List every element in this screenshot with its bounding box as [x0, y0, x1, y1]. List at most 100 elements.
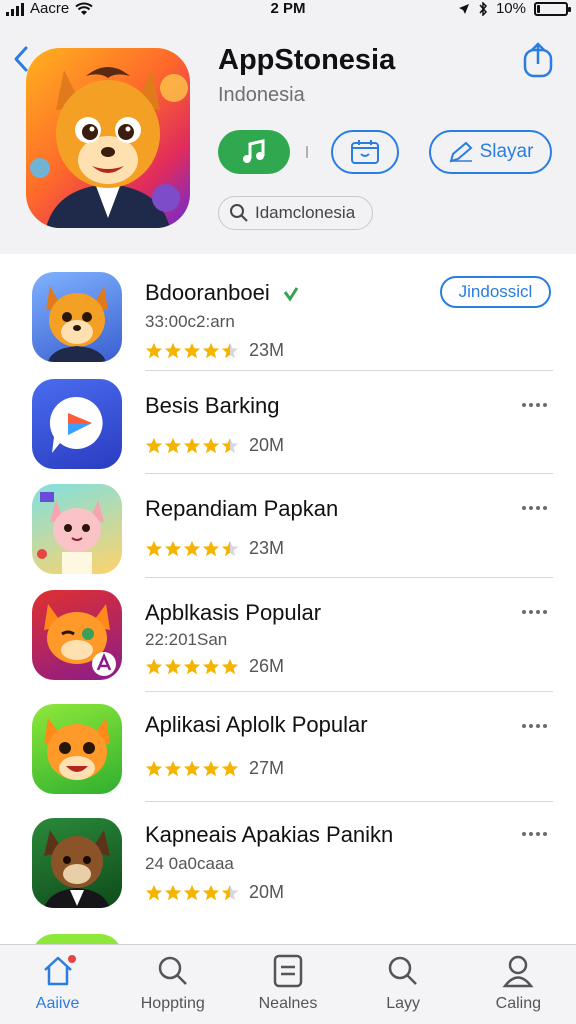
- star-full-icon: [202, 342, 220, 358]
- search-chip[interactable]: Idamclonesia: [218, 196, 373, 230]
- star-rating: [145, 884, 239, 902]
- star-full-icon: [183, 760, 201, 776]
- star-full-icon: [183, 658, 201, 674]
- app-name: Bdooranboei: [145, 280, 300, 306]
- tab-label: Caling: [495, 995, 542, 1012]
- slayar-label: Slayar: [479, 141, 534, 162]
- notification-dot: [67, 955, 76, 963]
- star-full-icon: [202, 658, 220, 674]
- star-full-icon: [221, 658, 239, 674]
- star-full-icon: [145, 658, 163, 674]
- calendar-icon: [351, 140, 379, 164]
- tab-layy[interactable]: Layy: [348, 953, 458, 1013]
- tab-nealnes[interactable]: Nealnes: [233, 953, 343, 1013]
- status-right: 10%: [458, 0, 571, 17]
- cat-icon: [37, 492, 104, 574]
- list-icon: [270, 953, 306, 989]
- app-icon: [32, 590, 122, 680]
- app-header: AppStonesia Indonesia Slayar Idamclonesi…: [0, 22, 576, 254]
- app-rating: 23M: [145, 538, 284, 559]
- fox-mascot-icon: [30, 67, 188, 228]
- tab-label: Layy: [386, 995, 421, 1012]
- app-rating: 23M: [145, 340, 284, 361]
- star-rating: [145, 540, 239, 558]
- tab-hopping[interactable]: Hoppting: [118, 953, 228, 1013]
- tab-label: Hoppting: [140, 995, 205, 1012]
- app-icon: [32, 272, 122, 362]
- home-icon: [40, 953, 76, 989]
- star-full-icon: [202, 884, 220, 900]
- star-half-icon: [221, 884, 239, 900]
- search-icon: [230, 204, 248, 222]
- download-count: 20M: [249, 882, 285, 902]
- app-rating: 20M: [145, 882, 284, 903]
- tab-today[interactable]: Aaiive: [3, 953, 113, 1013]
- more-icon[interactable]: [522, 720, 550, 732]
- wolf-icon: [44, 830, 110, 908]
- star-full-icon: [183, 437, 201, 453]
- profile-icon: [500, 953, 536, 989]
- app-name: Besis Barking: [145, 393, 280, 418]
- tab-label: Nealnes: [258, 995, 318, 1012]
- search-chip-label: Idamclonesia: [255, 203, 356, 222]
- star-full-icon: [145, 540, 163, 556]
- more-icon[interactable]: [522, 399, 550, 411]
- app-icon: [32, 484, 122, 574]
- download-count: 20M: [249, 435, 285, 455]
- tab-caling[interactable]: Caling: [463, 953, 573, 1013]
- app-name: Kapneais Apakias Panikn: [145, 822, 394, 847]
- install-button[interactable]: Jindossicl: [440, 276, 551, 308]
- star-full-icon: [164, 342, 182, 358]
- app-meta: 22:201San: [145, 630, 228, 649]
- battery-level: [537, 4, 540, 13]
- list-item-partial[interactable]: [0, 930, 576, 944]
- list-item[interactable]: Aplikasi Aplolk Popular 27M: [0, 692, 576, 802]
- star-rating: [145, 437, 239, 455]
- app-rating: 26M: [145, 656, 284, 677]
- app-list: Bdooranboei 33:00c2:arn 23M Jindossicl B…: [0, 254, 576, 944]
- slayar-button[interactable]: Slayar: [429, 130, 552, 174]
- calendar-button[interactable]: [331, 130, 399, 174]
- star-rating: [145, 760, 239, 778]
- app-icon: [32, 934, 122, 944]
- list-item[interactable]: Kapneais Apakias Panikn 24 0а0сааа 20M: [0, 802, 576, 928]
- list-item[interactable]: Apblkasis Popular 22:201San 26M: [0, 578, 576, 692]
- star-full-icon: [202, 540, 220, 556]
- star-full-icon: [145, 760, 163, 776]
- download-count: 23M: [249, 538, 285, 558]
- battery-percent: 10%: [495, 0, 526, 17]
- star-full-icon: [164, 760, 182, 776]
- star-full-icon: [221, 760, 239, 776]
- more-icon[interactable]: [522, 502, 550, 514]
- list-item[interactable]: Bdooranboei 33:00c2:arn 23M Jindossicl: [0, 254, 576, 371]
- divider: [306, 146, 308, 158]
- star-full-icon: [145, 342, 163, 358]
- app-name-text: Bdooranboei: [145, 280, 270, 305]
- star-full-icon: [202, 760, 220, 776]
- music-button[interactable]: [218, 130, 290, 174]
- app-icon: [26, 48, 190, 228]
- app-icon: [32, 379, 122, 469]
- app-name: Apblkasis Popular: [145, 600, 322, 625]
- tab-label: Aaiive: [35, 995, 80, 1012]
- star-full-icon: [164, 540, 182, 556]
- list-item[interactable]: Repandiam Papkan 23M: [0, 474, 576, 578]
- more-icon[interactable]: [522, 828, 550, 840]
- search-icon: [385, 953, 421, 989]
- list-item[interactable]: Besis Barking 20M: [0, 371, 576, 474]
- more-icon[interactable]: [522, 606, 550, 618]
- app-icon: [32, 818, 122, 908]
- star-full-icon: [183, 884, 201, 900]
- app-icon: [32, 704, 122, 794]
- star-full-icon: [183, 342, 201, 358]
- app-rating: 27M: [145, 758, 284, 779]
- verified-icon: [283, 287, 299, 302]
- star-full-icon: [145, 884, 163, 900]
- star-half-icon: [221, 540, 239, 556]
- battery-icon: [534, 1, 571, 16]
- chat-play-icon: [49, 396, 103, 453]
- music-note-icon: [243, 139, 265, 163]
- share-button[interactable]: [520, 40, 556, 80]
- tab-bar: Aaiive Hoppting Nealnes Layy Caling: [0, 944, 576, 1024]
- star-half-icon: [221, 437, 239, 453]
